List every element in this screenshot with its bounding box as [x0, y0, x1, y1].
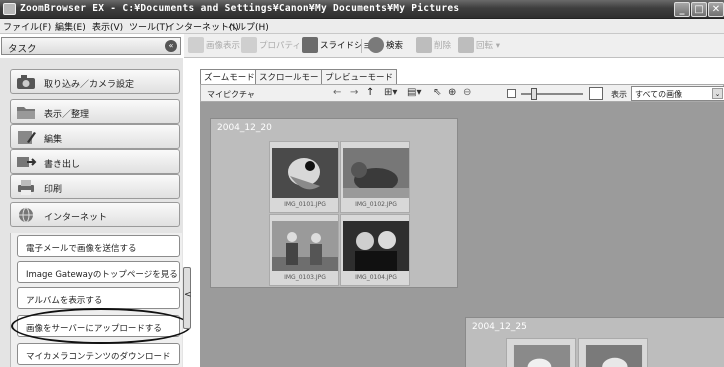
display-filter-value: すべての画像	[635, 90, 683, 99]
image-thumbnail[interactable]: IMG_0101.JPG	[269, 141, 339, 213]
folder-group[interactable]: 2004_12_20 IMG_0101.JPG IMG_0102.JPG IMG…	[210, 118, 458, 288]
edit-icon	[18, 131, 36, 144]
menu-edit[interactable]: 編集(E)	[55, 20, 86, 33]
parrot-photo	[272, 148, 338, 198]
display-label: 表示	[611, 90, 627, 99]
toolbar-divider	[361, 39, 362, 53]
back-arrow-icon[interactable]: ←	[333, 87, 341, 98]
group-title: 2004_12_20	[217, 123, 272, 133]
folder-group[interactable]: 2004_12_25	[465, 317, 724, 367]
image-thumbnail[interactable]: IMG_0104.JPG	[340, 214, 410, 286]
delete-button[interactable]: 削除	[416, 37, 451, 55]
export-icon	[17, 157, 37, 167]
image-filename: IMG_0103.JPG	[284, 274, 326, 281]
toolbar: 画像表示 プロパティ スライドショー 検索 削除 回転 ▾	[184, 34, 724, 58]
menu-tools[interactable]: ツール(T)	[129, 20, 169, 33]
task-download-my-camera[interactable]: マイカメラコンテンツのダウンロード	[17, 343, 180, 365]
category-print[interactable]: 印刷	[10, 174, 180, 199]
task-panel-header: タスク «	[1, 37, 181, 55]
people-photo	[272, 221, 338, 271]
highlight-annotation	[11, 308, 191, 344]
tab-zoom-mode[interactable]: ズームモード	[200, 69, 259, 85]
task-image-gateway-top[interactable]: Image Gatewayのトップページを見る	[17, 261, 180, 283]
location-bar: マイピクチャ ← → ↑ ⊞▾ ▤▾ ⇖ ⊕ ⊖ 表示 すべての画像 ⌄	[200, 84, 724, 102]
forward-arrow-icon[interactable]: →	[350, 87, 358, 98]
category-import-camera-settings[interactable]: 取り込み／カメラ設定	[10, 69, 180, 94]
globe-icon	[19, 207, 33, 223]
zoom-view: 2004_12_20 IMG_0101.JPG IMG_0102.JPG IMG…	[200, 102, 724, 367]
menu-file[interactable]: ファイル(F)	[3, 20, 51, 33]
app-icon	[3, 3, 16, 15]
couple-photo	[343, 221, 409, 271]
maximize-button[interactable]: □	[691, 2, 707, 17]
zoom-in-icon[interactable]: ⊕	[448, 87, 456, 98]
turtle-photo	[343, 148, 409, 198]
image-filename: IMG_0102.JPG	[355, 201, 397, 208]
title-bar: ZoomBrowser EX - C:¥Documents and Settin…	[0, 0, 724, 19]
task-panel-title: タスク	[8, 44, 37, 55]
category-view-organize[interactable]: 表示／整理	[10, 99, 180, 124]
image-filename: IMG_0104.JPG	[355, 274, 397, 281]
properties-icon	[241, 37, 257, 53]
menu-view[interactable]: 表示(V)	[92, 20, 123, 33]
trash-icon	[416, 37, 432, 53]
category-edit[interactable]: 編集	[10, 124, 180, 149]
image-filename: IMG_0101.JPG	[284, 201, 326, 208]
image-thumbnail[interactable]	[506, 338, 576, 367]
dog-photo	[585, 345, 643, 367]
rotate-button[interactable]: 回転 ▾	[458, 37, 500, 55]
thumbnail-view-icon[interactable]: ⊞▾	[384, 87, 397, 98]
display-filter-select[interactable]: すべての画像 ⌄	[631, 86, 724, 101]
chevron-left-icon: <	[184, 290, 192, 300]
small-size-icon[interactable]	[507, 89, 516, 98]
main-browser-area: ズームモード スクロールモード プレビューモード マイピクチャ ← → ↑ ⊞▾…	[192, 60, 724, 367]
category-internet[interactable]: インターネット	[10, 202, 180, 227]
dog-photo	[513, 345, 571, 367]
properties-button[interactable]: プロパティ	[241, 37, 301, 55]
printer-icon	[18, 180, 34, 195]
select-arrow-icon[interactable]: ⇖	[433, 87, 441, 98]
search-icon	[368, 37, 384, 53]
view-image-button[interactable]: 画像表示	[188, 37, 240, 55]
folder-icon	[17, 107, 35, 119]
image-thumbnail[interactable]: IMG_0103.JPG	[269, 214, 339, 286]
rotate-icon	[458, 37, 474, 53]
tab-preview-mode[interactable]: プレビューモード	[321, 69, 398, 84]
minimize-button[interactable]: _	[674, 2, 690, 17]
tab-scroll-mode[interactable]: スクロールモード	[255, 69, 332, 84]
task-show-album[interactable]: アルバムを表示する	[17, 287, 180, 309]
image-thumbnail[interactable]: IMG_0102.JPG	[340, 141, 410, 213]
zoom-slider-thumb[interactable]	[531, 88, 537, 100]
image-thumbnail[interactable]	[578, 338, 648, 367]
search-button[interactable]: 検索	[368, 37, 403, 55]
camera-icon	[17, 75, 35, 89]
current-folder[interactable]: マイピクチャ	[207, 89, 255, 100]
window-title: ZoomBrowser EX - C:¥Documents and Settin…	[20, 3, 460, 14]
slideshow-icon	[302, 37, 318, 53]
up-folder-icon[interactable]: ↑	[366, 87, 374, 98]
category-export[interactable]: 書き出し	[10, 149, 180, 174]
collapse-icon[interactable]: «	[165, 40, 177, 52]
large-size-icon[interactable]	[589, 87, 603, 100]
menu-help[interactable]: ヘルプ(H)	[228, 20, 269, 33]
close-button[interactable]: ✕	[708, 2, 724, 17]
sort-icon[interactable]: ▤▾	[407, 87, 421, 98]
group-title: 2004_12_25	[472, 322, 527, 332]
sidebar-splitter[interactable]: <	[183, 267, 192, 329]
task-send-email[interactable]: 電子メールで画像を送信する	[17, 235, 180, 257]
view-image-icon	[188, 37, 204, 53]
menu-bar: ファイル(F) 編集(E) 表示(V) ツール(T) インターネット(I) ヘル…	[0, 19, 724, 34]
zoom-out-icon[interactable]: ⊖	[463, 87, 471, 98]
chevron-down-icon: ⌄	[712, 88, 723, 99]
